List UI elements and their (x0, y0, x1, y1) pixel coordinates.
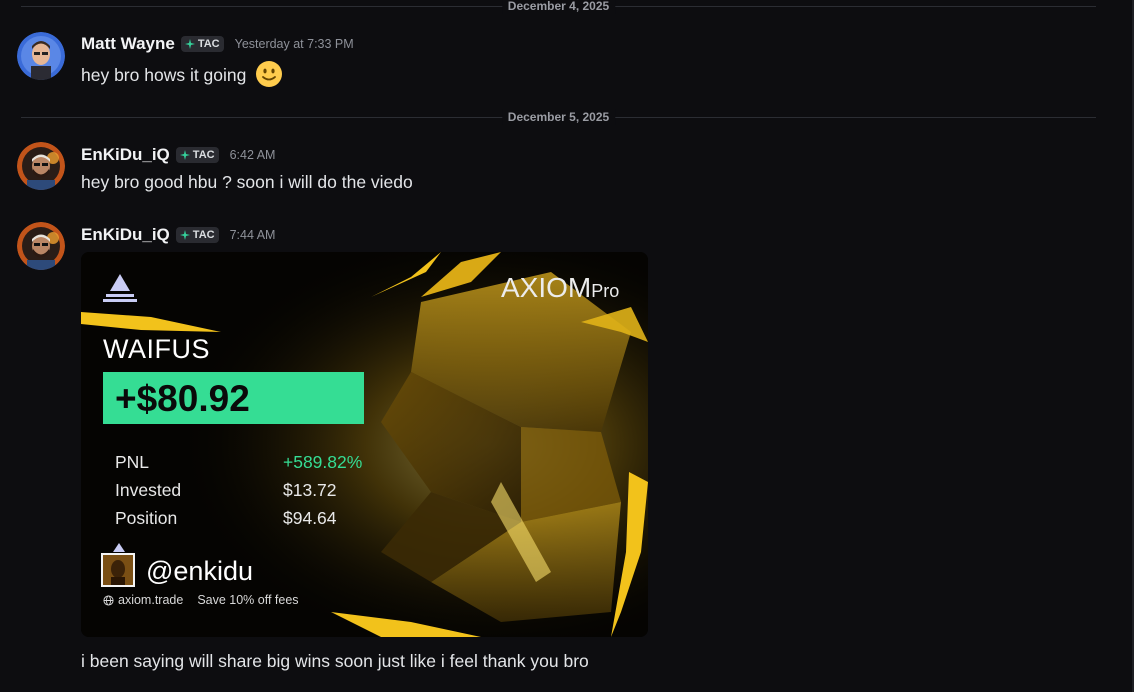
stat-label: Invested (115, 480, 182, 500)
sparkle-icon (179, 230, 190, 240)
profit-amount: +$80.92 (103, 372, 364, 424)
stat-label: Position (115, 508, 178, 528)
guild-tag[interactable]: TAC (175, 147, 219, 163)
guild-tag-label: TAC (197, 38, 220, 50)
guild-tag-label: TAC (192, 229, 215, 241)
timestamp: 6:42 AM (229, 148, 276, 162)
stat-value: +589.82% (283, 452, 363, 472)
stat-value: $13.72 (283, 480, 337, 500)
site-url: axiom.trade (118, 593, 184, 607)
date-divider-label: December 4, 2025 (501, 0, 616, 14)
guild-tag[interactable]: TAC (175, 227, 219, 243)
brand-name: AXIOM (501, 272, 592, 303)
slightly-smiling-face-icon (256, 61, 283, 87)
image-attachment[interactable]: AXIOMPro WAIFUS +$80.92 PNL +589.82% Inv… (81, 252, 648, 637)
promo-text: Save 10% off fees (197, 593, 299, 607)
avatar[interactable] (17, 142, 65, 190)
username[interactable]: Matt Wayne (81, 34, 175, 54)
token-name: WAIFUS (103, 334, 210, 364)
message-text: i been saying will share big wins soon j… (81, 651, 589, 671)
small-triangle-icon (113, 543, 125, 552)
avatar[interactable] (17, 32, 65, 80)
message-content: hey bro hows it going (81, 60, 283, 88)
username[interactable]: EnKiDu_iQ (81, 145, 170, 165)
date-divider: December 5, 2025 (21, 109, 1096, 125)
globe-icon (103, 594, 114, 606)
date-divider-label: December 5, 2025 (501, 109, 616, 125)
message-text: hey bro good hbu ? soon i will do the vi… (81, 172, 413, 192)
card-footer: axiom.trade Save 10% off fees (103, 593, 299, 607)
guild-tag-label: TAC (192, 149, 215, 161)
stat-value: $94.64 (283, 508, 337, 528)
axiom-logo-icon (103, 274, 137, 302)
profile-thumbnail (101, 553, 135, 587)
username[interactable]: EnKiDu_iQ (81, 225, 170, 245)
user-handle: @enkidu (146, 556, 253, 586)
message-text: hey bro hows it going (81, 65, 247, 85)
timestamp: Yesterday at 7:33 PM (234, 37, 354, 51)
avatar[interactable] (17, 222, 65, 270)
brand-suffix: Pro (591, 281, 620, 301)
sparkle-icon (184, 39, 195, 49)
sparkle-icon (179, 150, 190, 160)
stat-label: PNL (115, 452, 150, 472)
brand-wordmark: AXIOMPro (501, 272, 619, 304)
guild-tag[interactable]: TAC (180, 36, 224, 52)
timestamp: 7:44 AM (229, 228, 276, 242)
date-divider: December 4, 2025 (21, 0, 1096, 14)
